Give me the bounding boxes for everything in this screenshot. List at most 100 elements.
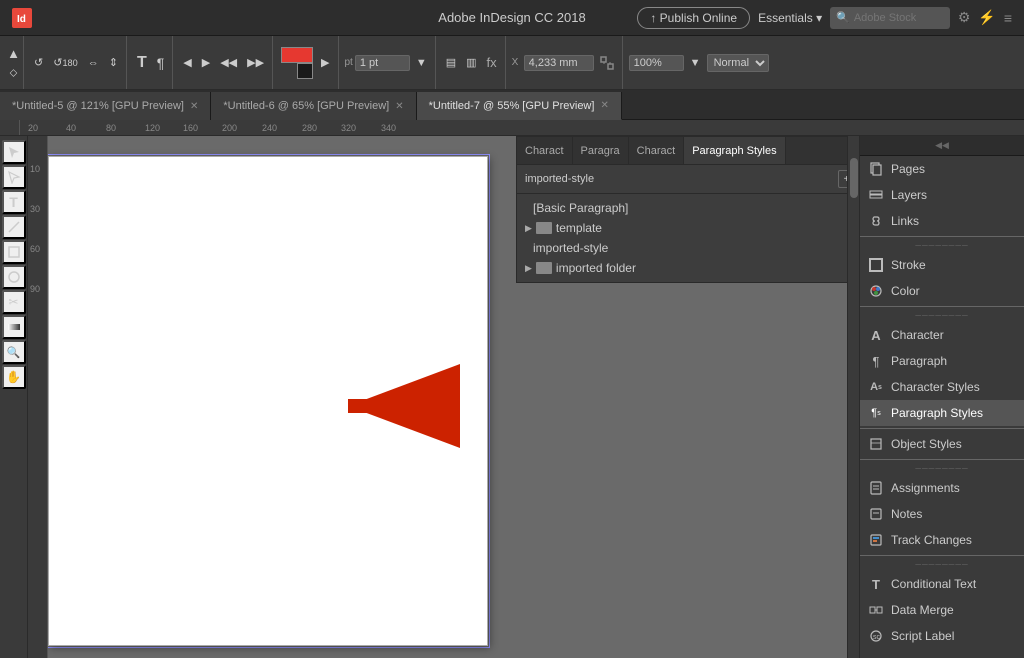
panel-item-paragraph[interactable]: ¶ Paragraph bbox=[860, 348, 1024, 374]
stroke-color-preview[interactable] bbox=[281, 47, 313, 63]
canvas-scrollbar[interactable] bbox=[847, 136, 859, 658]
zoom-input[interactable] bbox=[629, 55, 684, 71]
tab-untitled6[interactable]: *Untitled-6 @ 65% [GPU Preview] ✕ bbox=[211, 92, 416, 120]
panel-item-color[interactable]: Color bbox=[860, 278, 1024, 304]
hand-tool[interactable]: ✋ bbox=[2, 365, 26, 389]
fill-color-preview[interactable] bbox=[297, 63, 313, 79]
style-item-imported[interactable]: imported-style bbox=[517, 238, 859, 258]
x-input[interactable] bbox=[524, 55, 594, 71]
menu-icon[interactable]: ≡ bbox=[1004, 10, 1012, 26]
main-area: T ✂ 🔍 ✋ 10 30 60 90 bbox=[0, 136, 1024, 658]
tool-direct[interactable]: ⬦ bbox=[6, 65, 22, 82]
track-changes-icon bbox=[868, 532, 884, 548]
divider-label-3: ──────── bbox=[860, 462, 1024, 475]
panel-item-character[interactable]: A Character bbox=[860, 322, 1024, 348]
panel-item-track-changes[interactable]: Track Changes bbox=[860, 527, 1024, 553]
line-tool[interactable] bbox=[2, 215, 26, 239]
rotate-180-btn[interactable]: ↺180 bbox=[49, 54, 82, 71]
publish-online-button[interactable]: ↑ Publish Online bbox=[637, 7, 750, 29]
canvas-scroll-thumb[interactable] bbox=[850, 158, 858, 198]
panel-collapse-btn[interactable]: ◀◀ bbox=[860, 136, 1024, 156]
flip-h-btn[interactable]: ⇔ bbox=[84, 55, 103, 71]
stroke-expand-btn[interactable]: ▶ bbox=[317, 54, 333, 71]
tab-close-icon[interactable]: ✕ bbox=[395, 101, 403, 112]
scissors-tool[interactable]: ✂ bbox=[2, 290, 26, 314]
zoom-expand[interactable]: ▼ bbox=[686, 55, 705, 71]
view-select[interactable]: Normal bbox=[707, 54, 769, 72]
panel-item-script-label[interactable]: sc Script Label bbox=[860, 623, 1024, 649]
ruler: 20 40 80 120 160 200 240 280 320 340 bbox=[0, 120, 1024, 136]
stroke-width-input[interactable] bbox=[355, 55, 410, 71]
rotate-90-btn[interactable]: ↺ bbox=[30, 54, 47, 71]
title-bar-right: ↑ Publish Online Essentials ▾ 🔍 ⚙ ⚡ ≡ bbox=[637, 7, 1012, 29]
panel-item-notes[interactable]: Notes bbox=[860, 501, 1024, 527]
stroke-width-expand[interactable]: ▼ bbox=[412, 55, 431, 71]
obj-styles-label: Object Styles bbox=[891, 437, 962, 451]
next2-btn[interactable]: ▶▶ bbox=[243, 54, 268, 71]
panel-item-datamerge[interactable]: Data Merge bbox=[860, 597, 1024, 623]
style-item-label: [Basic Paragraph] bbox=[533, 201, 628, 215]
panel-item-links[interactable]: Links bbox=[860, 208, 1024, 234]
toolbar-group-tools: ▲ ⬦ bbox=[4, 36, 24, 89]
panel-item-pages[interactable]: Pages bbox=[860, 156, 1024, 182]
tab-untitled7[interactable]: *Untitled-7 @ 55% [GPU Preview] ✕ bbox=[417, 92, 622, 120]
rect-tool[interactable] bbox=[2, 240, 26, 264]
prev2-btn[interactable]: ◀◀ bbox=[216, 54, 241, 71]
zoom-tool-side[interactable]: 🔍 bbox=[2, 340, 26, 364]
panel-item-para-styles[interactable]: ¶s Paragraph Styles bbox=[860, 400, 1024, 426]
tab-close-icon[interactable]: ✕ bbox=[600, 100, 608, 111]
character-icon: A bbox=[868, 327, 884, 343]
panel-item-stroke[interactable]: Stroke bbox=[860, 252, 1024, 278]
tab-close-icon[interactable]: ✕ bbox=[190, 101, 198, 112]
panel-item-obj-styles[interactable]: Object Styles bbox=[860, 431, 1024, 457]
text-tool-btn[interactable]: T bbox=[133, 52, 151, 74]
divider-label-2: ──────── bbox=[860, 309, 1024, 322]
tab-para-styles[interactable]: Paragraph Styles bbox=[684, 137, 785, 165]
style-folder-imported[interactable]: ▶ imported folder bbox=[517, 258, 859, 278]
app-title: Adobe InDesign CC 2018 bbox=[438, 10, 585, 25]
ellipse-tool[interactable] bbox=[2, 265, 26, 289]
align-left-btn[interactable]: ▤ bbox=[442, 54, 460, 71]
char-styles-label: Character Styles bbox=[891, 380, 980, 394]
gradient-tool[interactable] bbox=[2, 315, 26, 339]
tab-char-styles-label: Charact bbox=[637, 145, 676, 157]
tab-char-styles[interactable]: Charact bbox=[629, 137, 685, 165]
proportional-btn[interactable] bbox=[596, 54, 618, 72]
pages-label: Pages bbox=[891, 162, 925, 176]
flip-v-btn[interactable]: ⇕ bbox=[105, 54, 122, 71]
toolbar-group-position: X bbox=[508, 36, 623, 89]
settings-icon[interactable]: ⚙ bbox=[958, 9, 971, 26]
style-item-basic[interactable]: [Basic Paragraph] bbox=[517, 198, 859, 218]
layers-label: Layers bbox=[891, 188, 927, 202]
tab-para-styles-label: Paragraph Styles bbox=[692, 145, 776, 157]
lightning-icon[interactable]: ⚡ bbox=[978, 9, 995, 26]
align-center-btn[interactable]: ▥ bbox=[462, 54, 480, 71]
style-folder-template[interactable]: ▶ template bbox=[517, 218, 859, 238]
svg-text:sc: sc bbox=[873, 634, 881, 641]
workspace-button[interactable]: Essentials ▾ bbox=[758, 11, 822, 25]
toolbar-group-stroke: ▶ bbox=[275, 36, 338, 89]
panel-divider-5 bbox=[860, 555, 1024, 556]
tab-paragraph[interactable]: Paragra bbox=[573, 137, 629, 165]
search-input[interactable] bbox=[854, 12, 944, 24]
direct-select-tool[interactable] bbox=[2, 165, 26, 189]
text-tool-side[interactable]: T bbox=[2, 190, 26, 214]
tab-label: *Untitled-7 @ 55% [GPU Preview] bbox=[429, 100, 595, 112]
next-btn[interactable]: ▶ bbox=[198, 54, 214, 71]
fx-btn[interactable]: fx bbox=[483, 53, 501, 72]
prev-btn[interactable]: ◀ bbox=[179, 54, 195, 71]
tab-paragraph-label: Paragra bbox=[581, 145, 620, 157]
panel-item-assignments[interactable]: Assignments bbox=[860, 475, 1024, 501]
assignments-icon bbox=[868, 480, 884, 496]
tab-untitled5[interactable]: *Untitled-5 @ 121% [GPU Preview] ✕ bbox=[0, 92, 211, 120]
panel-item-layers[interactable]: Layers bbox=[860, 182, 1024, 208]
tab-character[interactable]: Charact bbox=[517, 137, 573, 165]
tool-arrow[interactable]: ▲ bbox=[3, 44, 24, 63]
paragraph-tool-btn[interactable]: ¶ bbox=[153, 53, 169, 73]
panel-item-conditional[interactable]: T Conditional Text bbox=[860, 571, 1024, 597]
styles-panel: Charact Paragra Charact Paragraph Styles… bbox=[516, 136, 859, 283]
panel-item-char-styles[interactable]: As Character Styles bbox=[860, 374, 1024, 400]
divider-label-4: ──────── bbox=[860, 558, 1024, 571]
tab-label: *Untitled-6 @ 65% [GPU Preview] bbox=[223, 100, 389, 112]
selection-tool[interactable] bbox=[2, 140, 26, 164]
